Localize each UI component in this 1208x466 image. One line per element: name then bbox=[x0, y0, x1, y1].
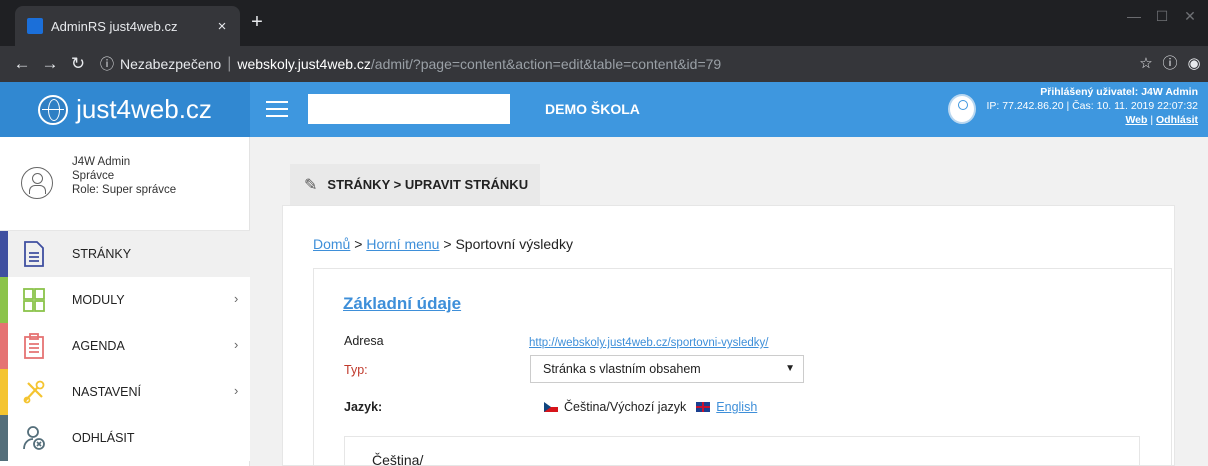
logout-link[interactable]: Odhlásit bbox=[1156, 114, 1198, 126]
color-bar bbox=[0, 323, 8, 369]
chevron-right-icon: › bbox=[234, 383, 239, 398]
browser-tab[interactable]: AdminRS just4web.cz × bbox=[15, 6, 240, 46]
breadcrumb-separator: > bbox=[350, 236, 367, 252]
logo-text: just4web.cz bbox=[76, 94, 212, 124]
minimize-icon[interactable]: — bbox=[1124, 8, 1144, 24]
globe-icon bbox=[38, 94, 69, 125]
breadcrumb: Domů > Horní menu > Sportovní výsledky bbox=[313, 236, 573, 252]
breadcrumb-current: Sportovní výsledky bbox=[455, 236, 573, 252]
tab-close-icon[interactable]: × bbox=[214, 18, 230, 35]
document-icon bbox=[24, 241, 44, 267]
site-name: DEMO ŠKOLA bbox=[545, 101, 640, 117]
address-separator: | bbox=[227, 55, 232, 72]
section-title[interactable]: Základní údaje bbox=[343, 294, 461, 314]
subsection-title: Čeština/ bbox=[372, 452, 424, 466]
sidebar-item-label: STRÁNKY bbox=[72, 247, 132, 261]
czech-flag-icon bbox=[544, 402, 558, 412]
web-link[interactable]: Web bbox=[1125, 114, 1147, 126]
info-icon[interactable]: ⓘ bbox=[100, 54, 114, 74]
clipboard-icon bbox=[24, 333, 44, 359]
back-icon[interactable]: ← bbox=[10, 52, 34, 76]
sidebar-item-nastaveni[interactable]: NASTAVENÍ › bbox=[0, 369, 250, 415]
profile-role: Role: Super správce bbox=[72, 184, 177, 196]
language-english[interactable]: English bbox=[716, 400, 757, 414]
sidebar-item-moduly[interactable]: MODULY › bbox=[0, 277, 250, 323]
breadcrumb-home[interactable]: Domů bbox=[313, 236, 350, 252]
user-info: Přihlášený uživatel: J4W Admin IP: 77.24… bbox=[986, 85, 1198, 127]
logo[interactable]: just4web.cz bbox=[0, 82, 250, 137]
language-czech[interactable]: Čeština/Výchozí jazyk bbox=[564, 400, 686, 414]
search-input[interactable] bbox=[308, 94, 510, 124]
user-avatar-icon bbox=[948, 94, 976, 124]
language-panel bbox=[344, 436, 1140, 466]
bookmark-star-icon[interactable]: ☆ bbox=[1134, 52, 1158, 76]
sidebar-item-label: AGENDA bbox=[72, 339, 125, 353]
tab-title: AdminRS just4web.cz bbox=[51, 18, 178, 34]
link-separator: | bbox=[1147, 114, 1156, 126]
menu-toggle-icon[interactable] bbox=[266, 101, 288, 117]
color-bar bbox=[0, 231, 8, 277]
section-tab: ✎ STRÁNKY > UPRAVIT STRÁNKU bbox=[290, 164, 540, 205]
sidebar-item-label: ODHLÁSIT bbox=[72, 431, 135, 445]
pencil-icon: ✎ bbox=[304, 176, 318, 194]
modules-icon bbox=[23, 288, 45, 312]
security-label: Nezabezpečeno bbox=[120, 56, 222, 72]
sidebar-item-stranky[interactable]: STRÁNKY bbox=[0, 231, 250, 277]
sidebar-item-label: NASTAVENÍ bbox=[72, 385, 141, 399]
dropdown-arrow-icon: ▼ bbox=[785, 363, 795, 374]
sidebar-item-odhlasit[interactable]: ODHLÁSIT bbox=[0, 415, 250, 461]
logged-user: Přihlášený uživatel: J4W Admin bbox=[1040, 86, 1198, 98]
favicon-icon bbox=[27, 18, 43, 34]
breadcrumb-menu[interactable]: Horní menu bbox=[366, 236, 439, 252]
uk-flag-icon bbox=[696, 402, 711, 412]
chevron-right-icon: › bbox=[234, 291, 239, 306]
chevron-right-icon: › bbox=[234, 337, 239, 352]
sidebar-item-agenda[interactable]: AGENDA › bbox=[0, 323, 250, 369]
forward-icon[interactable]: → bbox=[38, 52, 62, 76]
type-select-value: Stránka s vlastním obsahem bbox=[543, 362, 701, 376]
section-tab-title: STRÁNKY > UPRAVIT STRÁNKU bbox=[327, 177, 529, 192]
color-bar bbox=[0, 369, 8, 415]
profile-name: J4W Admin bbox=[72, 156, 131, 168]
profile-role-title: Správce bbox=[72, 170, 115, 182]
address-path: /admit/?page=content&action=edit&table=c… bbox=[370, 56, 722, 72]
ip-time: IP: 77.242.86.20 | Čas: 10. 11. 2019 22:… bbox=[986, 100, 1198, 112]
address-link[interactable]: http://webskoly.just4web.cz/sportovni-vy… bbox=[529, 337, 768, 349]
address-bar[interactable]: ⓘ Nezabezpečeno | webskoly.just4web.cz /… bbox=[100, 51, 1150, 77]
maximize-icon[interactable]: ☐ bbox=[1152, 8, 1172, 25]
sidebar: J4W Admin Správce Role: Super správce ST… bbox=[0, 137, 250, 466]
window-close-icon[interactable]: ✕ bbox=[1180, 8, 1200, 25]
language-switcher: Čeština/Výchozí jazyk English bbox=[544, 400, 757, 414]
avatar-icon bbox=[21, 167, 53, 199]
extension-icon[interactable]: ⓘ bbox=[1158, 52, 1182, 76]
logout-user-icon bbox=[23, 426, 45, 450]
user-profile: J4W Admin Správce Role: Super správce bbox=[0, 137, 250, 231]
color-bar bbox=[0, 415, 8, 461]
new-tab-button[interactable]: + bbox=[246, 11, 268, 34]
address-domain: webskoly.just4web.cz bbox=[237, 56, 371, 72]
reload-icon[interactable]: ↻ bbox=[66, 52, 90, 76]
app-header: just4web.cz DEMO ŠKOLA Přihlášený uživat… bbox=[0, 82, 1208, 137]
type-select[interactable]: Stránka s vlastním obsahem ▼ bbox=[530, 355, 804, 383]
color-bar bbox=[0, 277, 8, 323]
language-label: Jazyk: bbox=[344, 400, 383, 414]
sidebar-item-label: MODULY bbox=[72, 293, 125, 307]
breadcrumb-separator: > bbox=[439, 236, 456, 252]
tools-icon bbox=[23, 380, 45, 404]
type-label: Typ: bbox=[344, 363, 368, 377]
browser-tab-bar: AdminRS just4web.cz × + — ☐ ✕ bbox=[0, 0, 1208, 46]
browser-toolbar: ← → ↻ ⓘ Nezabezpečeno | webskoly.just4we… bbox=[0, 46, 1208, 82]
profile-icon[interactable]: ◉ bbox=[1182, 52, 1206, 76]
address-label: Adresa bbox=[344, 334, 384, 348]
